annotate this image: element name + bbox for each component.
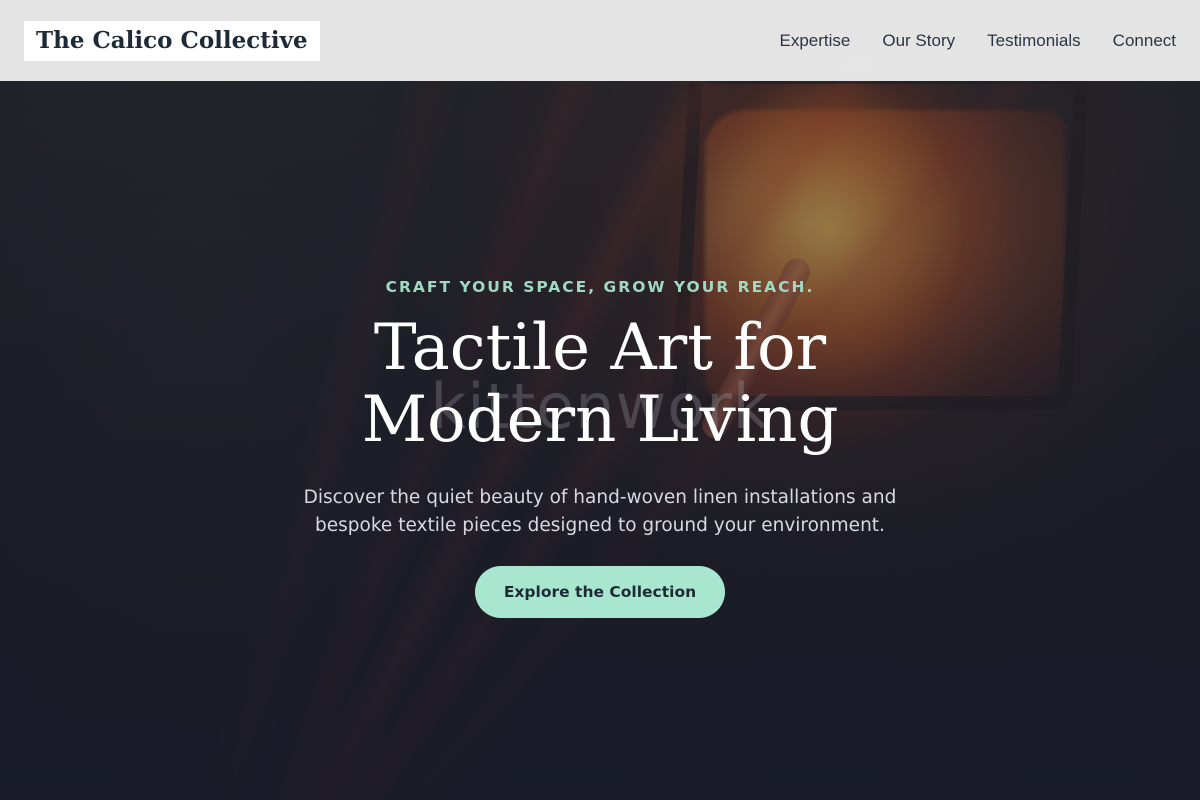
nav-link-connect[interactable]: Connect bbox=[1113, 31, 1176, 51]
landing-page: The Calico Collective Expertise Our Stor… bbox=[0, 0, 1200, 800]
hero-eyebrow: CRAFT YOUR SPACE, GROW YOUR REACH. bbox=[385, 278, 815, 296]
main-nav: Expertise Our Story Testimonials Connect bbox=[780, 31, 1177, 51]
hero-subtitle: Discover the quiet beauty of hand-woven … bbox=[303, 487, 897, 536]
hero-section: CRAFT YOUR SPACE, GROW YOUR REACH. kitte… bbox=[0, 0, 1200, 800]
explore-collection-button[interactable]: Explore the Collection bbox=[475, 566, 725, 618]
site-header: The Calico Collective Expertise Our Stor… bbox=[0, 0, 1200, 81]
hero-title: Tactile Art for Modern Living bbox=[361, 311, 839, 457]
nav-link-expertise[interactable]: Expertise bbox=[780, 31, 851, 51]
site-logo[interactable]: The Calico Collective bbox=[24, 20, 320, 61]
nav-link-testimonials[interactable]: Testimonials bbox=[987, 31, 1081, 51]
nav-link-our-story[interactable]: Our Story bbox=[882, 31, 955, 51]
